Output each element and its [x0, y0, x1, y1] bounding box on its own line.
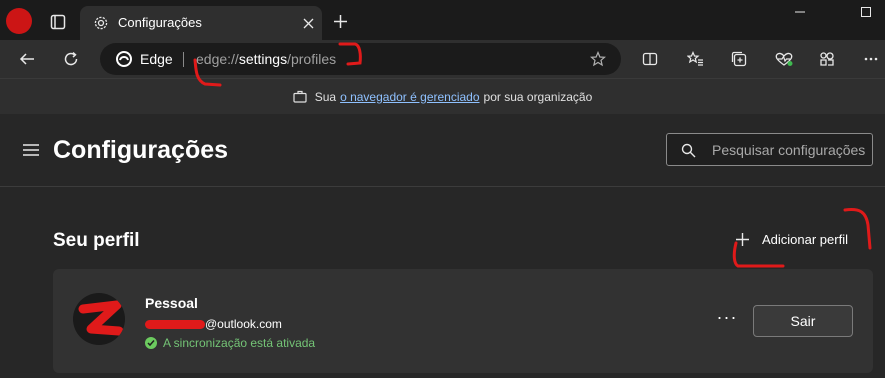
annotation-marks [193, 42, 872, 268]
